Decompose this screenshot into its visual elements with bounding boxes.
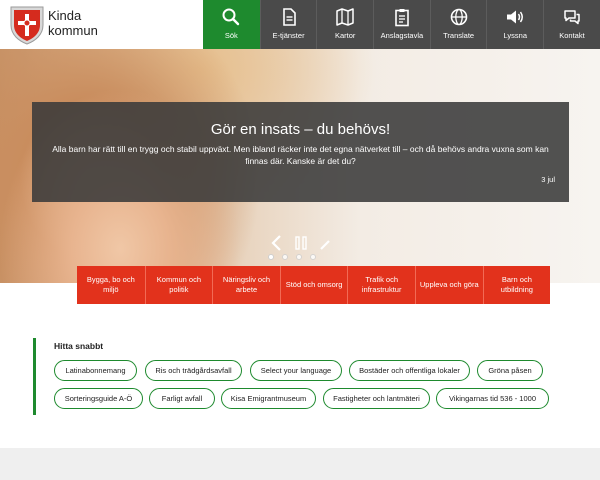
quick-link[interactable]: Bostäder och offentliga lokaler (349, 360, 470, 381)
quick-links-section: Hitta snabbt Latinabonnemang Ris och trä… (33, 338, 573, 415)
hero-text: Alla barn har rätt till en trygg och sta… (52, 144, 549, 166)
slide-dot[interactable] (268, 254, 274, 260)
search-icon (222, 8, 240, 26)
pause-icon[interactable] (295, 236, 307, 250)
category-kommun-politik[interactable]: Kommun och politik (144, 266, 213, 304)
quick-link[interactable]: Farligt avfall (149, 388, 215, 409)
category-bygga-bo-miljo[interactable]: Bygga, bo och miljö (77, 266, 145, 304)
category-stod-omsorg[interactable]: Stöd och omsorg (279, 266, 348, 304)
nav-e-services[interactable]: E-tjänster (259, 0, 317, 49)
quick-link[interactable]: Fastigheter och lantmäteri (323, 388, 430, 409)
quick-link[interactable]: Gröna påsen (477, 360, 543, 381)
nav-label: Translate (443, 31, 475, 40)
coat-of-arms-logo[interactable] (9, 5, 45, 45)
footer-band (0, 448, 600, 480)
previous-slide-icon[interactable] (271, 235, 281, 251)
hero-title: Gör en insats – du behövs! (210, 121, 391, 138)
clipboard-icon (395, 9, 409, 27)
category-naringsliv-arbete[interactable]: Näringsliv och arbete (212, 266, 280, 304)
category-barn-utbildning[interactable]: Barn och utbildning (482, 266, 551, 304)
nav-notice-board[interactable]: Anslagstavla (373, 0, 430, 49)
nav-translate[interactable]: Translate (429, 0, 487, 49)
site-header: Kinda kommun Sök E-tjänster Kartor Ansla… (0, 0, 600, 49)
nav-maps[interactable]: Kartor (316, 0, 374, 49)
slideshow-controls (271, 235, 330, 251)
nav-label: Lyssna (503, 31, 528, 40)
slide-dot[interactable] (296, 254, 302, 260)
top-navigation: Sök E-tjänster Kartor Anslagstavla Trans… (203, 0, 600, 49)
nav-label: E-tjänster (272, 31, 305, 40)
category-uppleva-gora[interactable]: Uppleva och göra (414, 266, 483, 304)
slide-dot[interactable] (282, 254, 288, 260)
quick-link[interactable]: Ris och trädgårdsavfall (145, 360, 242, 381)
site-name-line2: kommun (48, 23, 98, 38)
nav-label: Kartor (335, 31, 356, 40)
globe-icon (450, 8, 467, 26)
next-slide-icon[interactable] (320, 240, 330, 250)
quick-link[interactable]: Select your language (250, 360, 342, 381)
quick-link[interactable]: Sorteringsguide A-Ö (54, 388, 143, 409)
site-name-line1: Kinda (48, 8, 82, 23)
speaker-icon (507, 10, 524, 24)
hero-date: 3 jul (541, 175, 555, 184)
hero-slideshow: Gör en insats – du behövs! Alla barn har… (0, 49, 600, 283)
chat-icon (564, 10, 580, 25)
nav-contact[interactable]: Kontakt (543, 0, 600, 49)
quick-link[interactable]: Vikingarnas tid 536 - 1000 (436, 388, 549, 409)
hero-caption-box[interactable]: Gör en insats – du behövs! Alla barn har… (32, 102, 569, 202)
nav-search[interactable]: Sök (203, 0, 260, 49)
nav-label: Anslagstavla (380, 31, 424, 40)
nav-label: Kontakt (559, 31, 585, 40)
category-bar: Bygga, bo och miljö Kommun och politik N… (77, 266, 551, 304)
slide-indicators (268, 254, 334, 262)
nav-listen[interactable]: Lyssna (486, 0, 544, 49)
site-name[interactable]: Kinda kommun (48, 8, 98, 38)
quick-link[interactable]: Latinabonnemang (54, 360, 137, 381)
quick-links-title: Hitta snabbt (54, 341, 104, 351)
document-icon (282, 8, 296, 26)
quick-link[interactable]: Kisa Emigrantmuseum (221, 388, 316, 409)
category-trafik-infrastruktur[interactable]: Trafik och infrastruktur (347, 266, 415, 304)
map-icon (336, 8, 354, 26)
nav-label: Sök (224, 31, 238, 40)
slide-dot[interactable] (310, 254, 316, 260)
